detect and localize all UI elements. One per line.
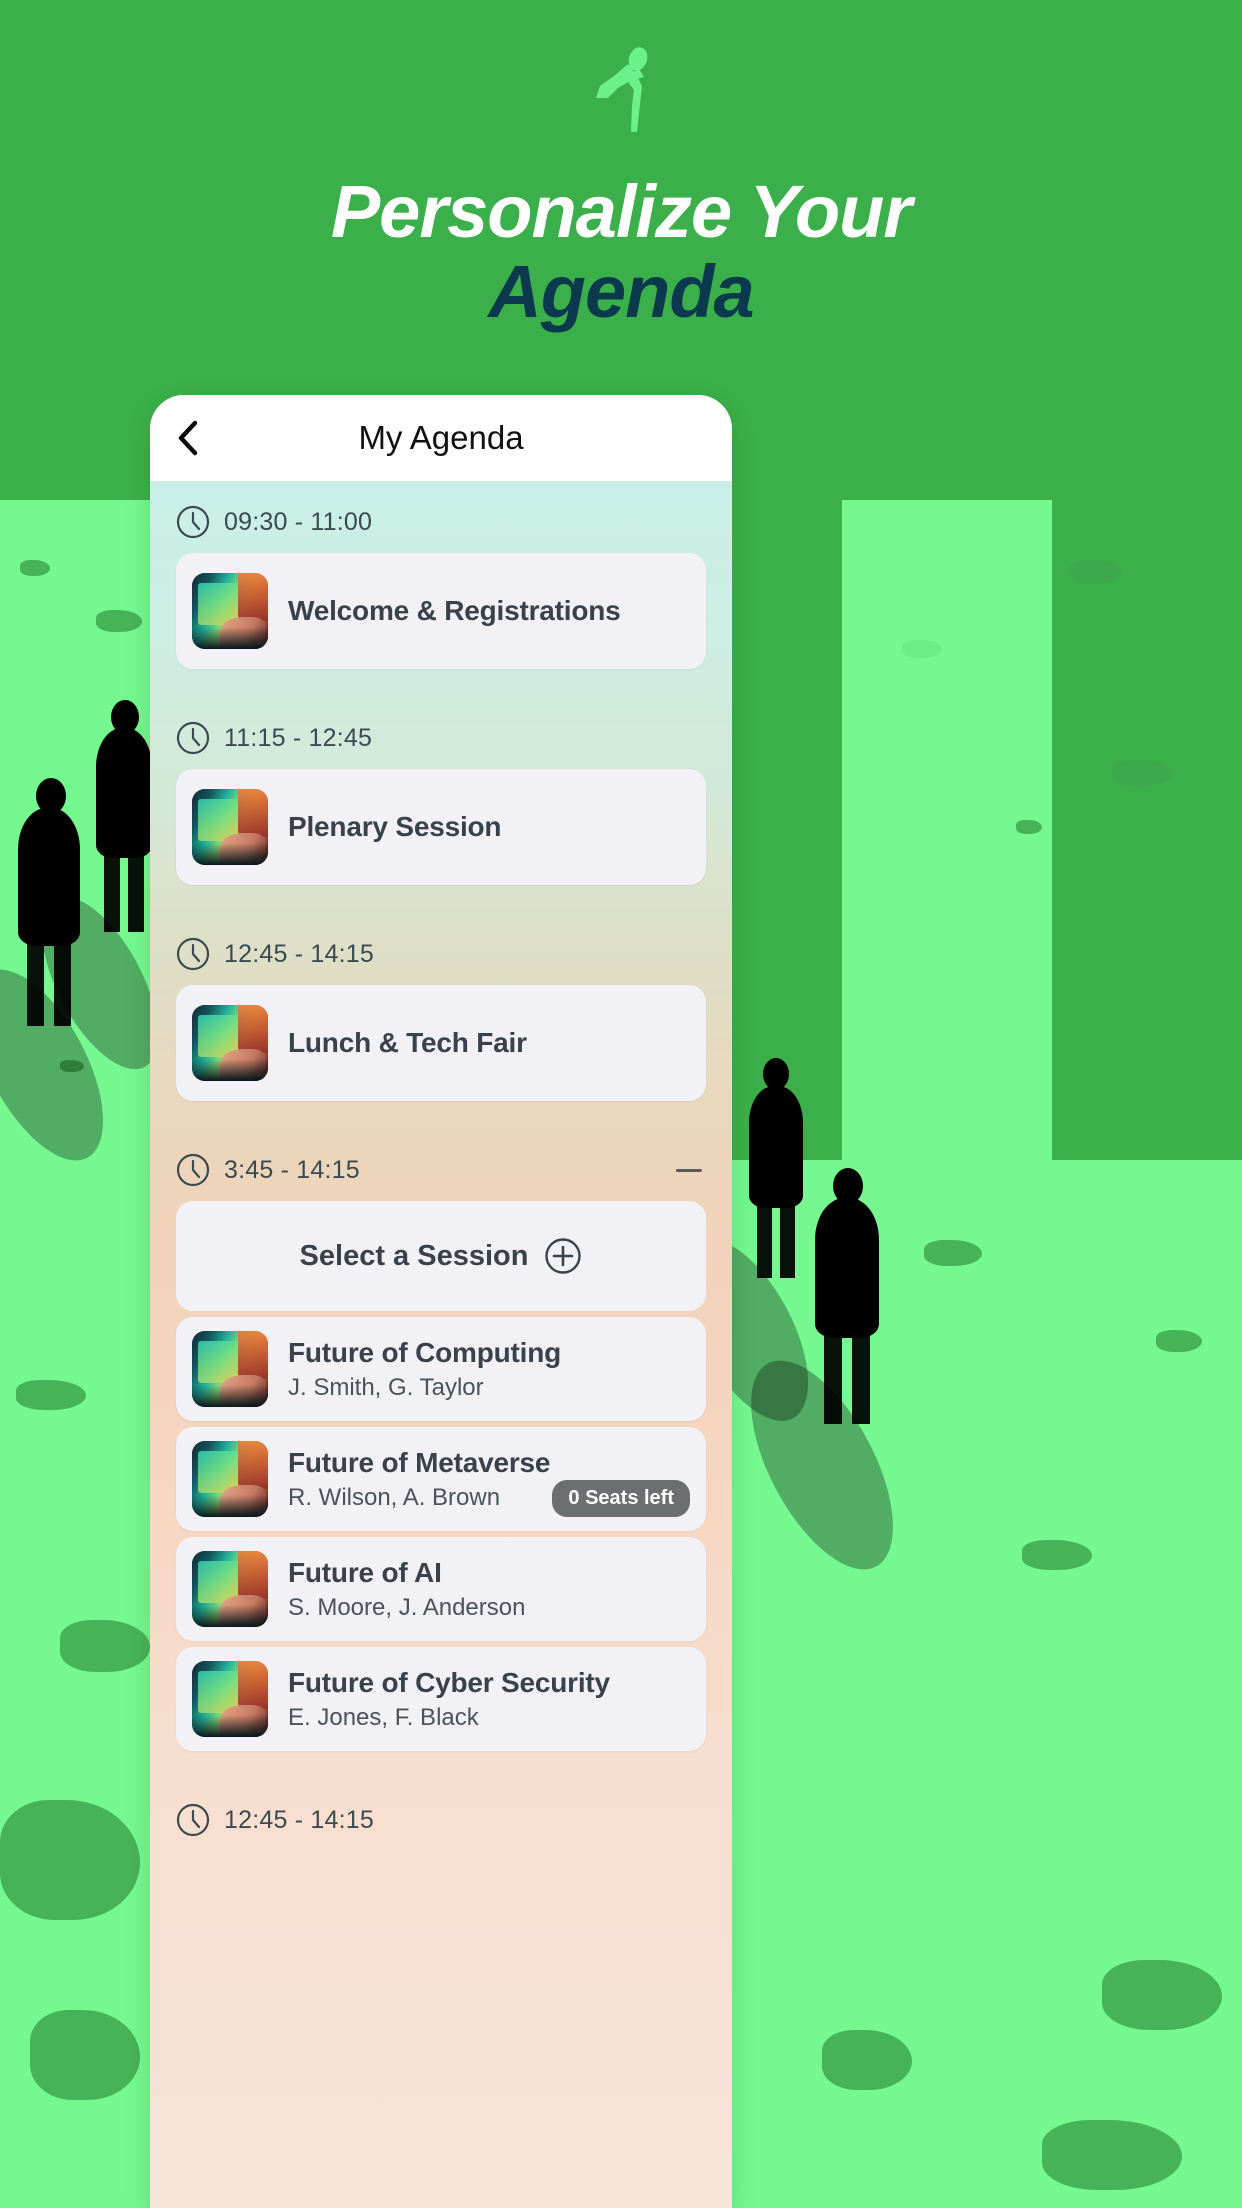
hero-title-line-1: Personalize Your: [330, 170, 912, 253]
agenda-slot-2: 12:45 - 14:15 Lunch & Tech Fair: [150, 913, 732, 1129]
running-person-icon: [596, 47, 648, 132]
hero-title-line-2: Agenda: [488, 249, 754, 333]
clock-icon: [176, 1153, 210, 1187]
status-badge: 0 Seats left: [552, 1480, 690, 1517]
page-header-title: My Agenda: [358, 419, 524, 456]
session-title: Welcome & Registrations: [288, 595, 621, 626]
texture-speck: [1070, 560, 1122, 584]
session-speakers: S. Moore, J. Anderson: [288, 1593, 526, 1621]
slot-spacer: [150, 891, 732, 913]
session-thumbnail-icon: [192, 1331, 268, 1407]
session-thumbnail-icon: [192, 1441, 268, 1517]
session-title: Future of Metaverse: [288, 1446, 551, 1478]
session-thumbnail-icon: [192, 1661, 268, 1737]
background-light-patch-right-lower: [722, 1160, 1242, 2208]
texture-speck: [96, 610, 142, 632]
session-card[interactable]: Future of Metaverse R. Wilson, A. Brown …: [176, 1427, 706, 1531]
agenda-slot-0: 09:30 - 11:00 Welcome & Registrations: [150, 481, 732, 697]
slot-header: 11:15 - 12:45: [150, 697, 732, 769]
texture-speck: [1042, 2120, 1182, 2190]
clock-icon: [176, 505, 210, 539]
texture-speck: [0, 1800, 140, 1920]
texture-speck: [1016, 820, 1042, 834]
slot-spacer: [150, 1107, 732, 1129]
agenda-scroll-area[interactable]: 09:30 - 11:00 Welcome & Registrations 11…: [150, 481, 732, 2208]
background-mid-patch-right: [1052, 500, 1242, 1170]
agenda-slot-3: 3:45 - 14:15 Select a Session Future of …: [150, 1129, 732, 1779]
select-session-label: Select a Session: [299, 1239, 529, 1272]
slot-spacer: [150, 675, 732, 697]
back-button[interactable]: [176, 418, 210, 458]
session-title: Future of Computing: [288, 1336, 562, 1368]
session-thumbnail-icon: [192, 573, 268, 649]
texture-speck: [1112, 760, 1172, 786]
session-title: Plenary Session: [288, 811, 502, 842]
texture-speck: [20, 560, 50, 576]
texture-speck: [16, 1380, 86, 1410]
session-text: Future of Cyber Security E. Jones, F. Bl…: [288, 1667, 690, 1732]
session-card[interactable]: Future of Computing J. Smith, G. Taylor: [176, 1317, 706, 1421]
slot-time-label: 12:45 - 14:15: [224, 1805, 374, 1834]
session-speakers: E. Jones, F. Black: [288, 1703, 479, 1731]
session-text: Plenary Session: [288, 811, 690, 843]
texture-speck: [924, 1240, 982, 1266]
session-thumbnail-icon: [192, 789, 268, 865]
texture-speck: [822, 2030, 912, 2090]
slot-time-label: 3:45 - 14:15: [224, 1155, 360, 1184]
session-speakers: J. Smith, G. Taylor: [288, 1373, 484, 1401]
agenda-slot-1: 11:15 - 12:45 Plenary Session: [150, 697, 732, 913]
session-card[interactable]: Future of AI S. Moore, J. Anderson: [176, 1537, 706, 1641]
texture-speck: [30, 2010, 140, 2100]
session-card[interactable]: Future of Cyber Security E. Jones, F. Bl…: [176, 1647, 706, 1751]
session-text: Future of AI S. Moore, J. Anderson: [288, 1557, 690, 1622]
session-card[interactable]: Welcome & Registrations: [176, 553, 706, 669]
texture-speck: [1156, 1330, 1202, 1352]
slot-time-label: 12:45 - 14:15: [224, 939, 374, 968]
slot-header: 12:45 - 14:15: [150, 1779, 732, 1851]
plus-circle-icon: [545, 1238, 582, 1274]
session-text: Future of Computing J. Smith, G. Taylor: [288, 1337, 690, 1402]
session-text: Welcome & Registrations: [288, 595, 690, 627]
texture-speck: [1022, 1540, 1092, 1570]
page-title: Personalize Your Agenda: [0, 172, 1242, 332]
hero-section: Personalize Your Agenda: [0, 0, 1242, 332]
select-session-button[interactable]: Select a Session: [176, 1201, 706, 1311]
session-card[interactable]: Lunch & Tech Fair: [176, 985, 706, 1101]
slot-header: 3:45 - 14:15: [150, 1129, 732, 1201]
clock-icon: [176, 937, 210, 971]
minus-icon: [676, 1168, 702, 1172]
session-title: Future of Cyber Security: [288, 1666, 610, 1698]
app-bar: My Agenda: [150, 395, 732, 481]
session-card[interactable]: Plenary Session: [176, 769, 706, 885]
slot-time-label: 11:15 - 12:45: [224, 723, 373, 752]
slot-header: 09:30 - 11:00: [150, 481, 732, 553]
texture-speck: [902, 640, 942, 658]
collapse-button[interactable]: [672, 1153, 706, 1187]
session-thumbnail-icon: [192, 1551, 268, 1627]
session-text: Lunch & Tech Fair: [288, 1027, 690, 1059]
agenda-slot-4: 12:45 - 14:15: [150, 1779, 732, 1851]
slot-time-label: 09:30 - 11:00: [224, 507, 373, 536]
chevron-left-icon: [178, 420, 198, 456]
clock-icon: [176, 1803, 210, 1837]
logo-wrapper: [0, 0, 1242, 132]
clock-icon: [176, 721, 210, 755]
slot-header: 12:45 - 14:15: [150, 913, 732, 985]
session-title: Future of AI: [288, 1556, 442, 1588]
slot-spacer: [150, 1757, 732, 1779]
texture-speck: [60, 1620, 150, 1672]
phone-mockup: My Agenda 09:30 - 11:00 Welcome & Regist…: [150, 395, 732, 2208]
session-thumbnail-icon: [192, 1005, 268, 1081]
session-title: Lunch & Tech Fair: [288, 1027, 527, 1058]
texture-speck: [1102, 1960, 1222, 2030]
